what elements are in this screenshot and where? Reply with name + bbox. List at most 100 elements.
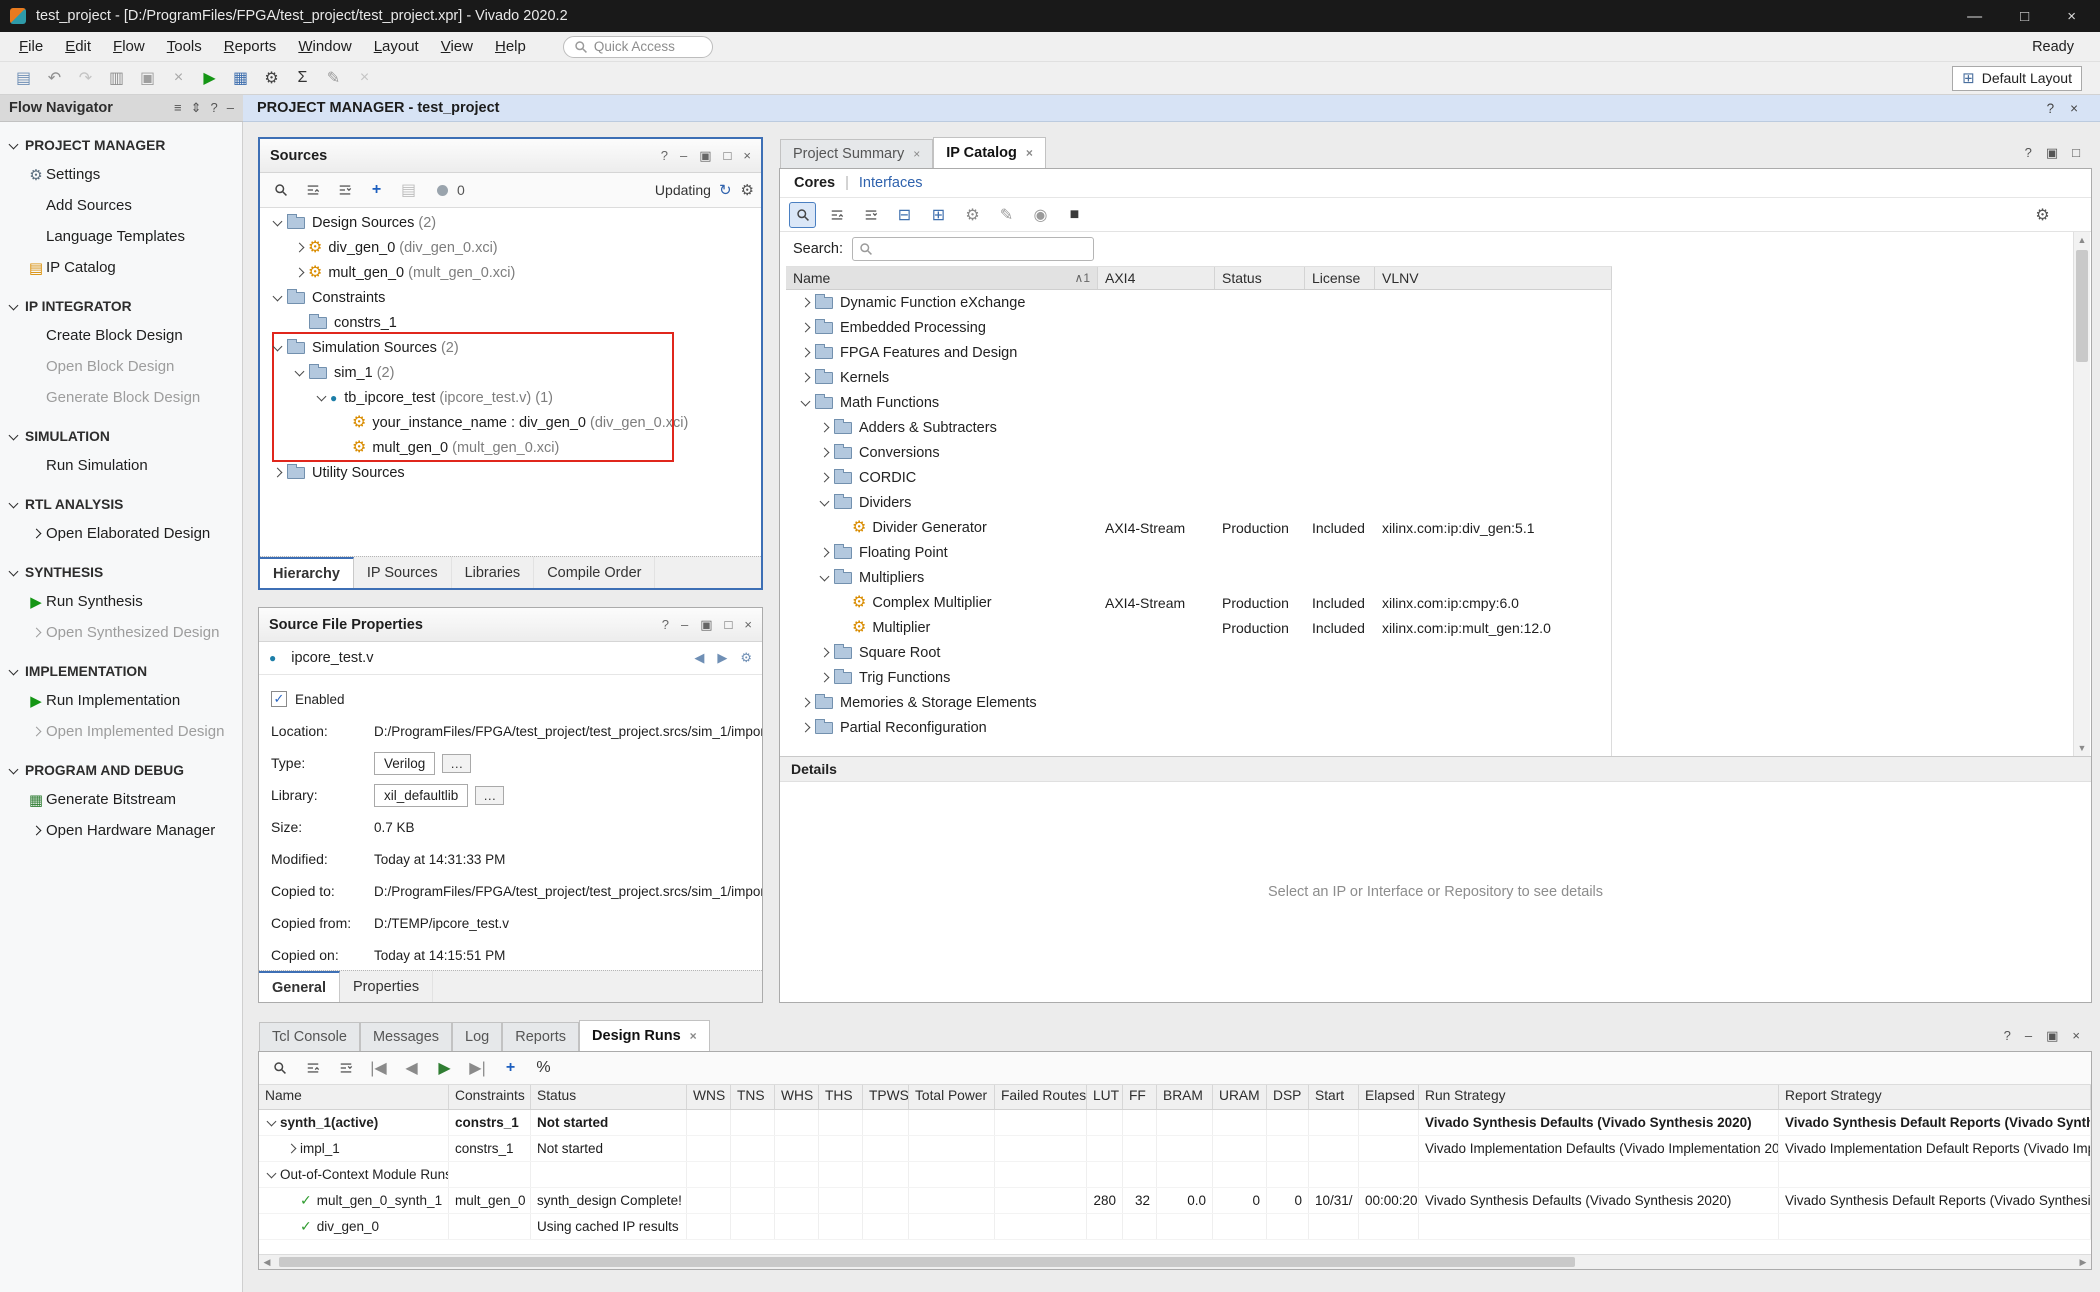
- expand-all-icon[interactable]: [331, 177, 358, 203]
- go-first-icon[interactable]: |◀: [365, 1055, 392, 1081]
- ip-catalog-row-memories-storage-elements[interactable]: Memories & Storage Elements: [786, 690, 1611, 715]
- column-header-lut[interactable]: LUT: [1087, 1085, 1123, 1109]
- minimize-button[interactable]: —: [1967, 8, 1982, 25]
- collapse-all-icon[interactable]: [299, 177, 326, 203]
- search-icon[interactable]: [789, 202, 816, 228]
- ip-catalog-row-cordic[interactable]: CORDIC: [786, 465, 1611, 490]
- column-header-tns[interactable]: TNS: [731, 1085, 775, 1109]
- back-icon[interactable]: ◀: [694, 650, 704, 666]
- source-tree-item-tb-ipcore-test[interactable]: ●tb_ipcore_test (ipcore_test.v) (1): [260, 385, 761, 410]
- browse-button[interactable]: …: [442, 754, 471, 773]
- expand-toggle[interactable]: [796, 369, 814, 387]
- undo-icon[interactable]: ↶: [41, 65, 68, 91]
- float-icon[interactable]: ▣: [699, 148, 711, 164]
- ip-catalog-row-square-root[interactable]: Square Root: [786, 640, 1611, 665]
- search-icon[interactable]: [267, 177, 294, 203]
- expand-toggle[interactable]: [796, 344, 814, 362]
- step-back-icon[interactable]: ◀: [398, 1055, 425, 1081]
- tab-hierarchy[interactable]: Hierarchy: [260, 557, 354, 588]
- scroll-thumb[interactable]: [2076, 250, 2088, 362]
- close-icon[interactable]: ×: [743, 148, 751, 164]
- expand-toggle[interactable]: [815, 444, 833, 462]
- ip-catalog-row-adders-subtracters[interactable]: Adders & Subtracters: [786, 415, 1611, 440]
- maximize-icon[interactable]: □: [725, 617, 733, 633]
- tab-log[interactable]: Log: [452, 1022, 502, 1051]
- expand-toggle[interactable]: [290, 264, 308, 282]
- source-tree-item-utility-sources[interactable]: Utility Sources: [260, 460, 761, 485]
- source-tree-item-sim-1[interactable]: sim_1 (2): [260, 360, 761, 385]
- menu-tools[interactable]: Tools: [156, 34, 213, 59]
- float-icon[interactable]: ▣: [2046, 145, 2058, 161]
- quick-access-search[interactable]: Quick Access: [563, 36, 713, 58]
- column-header-tpws[interactable]: TPWS: [863, 1085, 909, 1109]
- expand-toggle[interactable]: [815, 469, 833, 487]
- flow-item-run-simulation[interactable]: Run Simulation: [0, 450, 242, 481]
- run-icon[interactable]: ▶: [196, 65, 223, 91]
- forward-icon[interactable]: ▶: [717, 650, 727, 666]
- flow-item-open-elaborated-design[interactable]: Open Elaborated Design: [0, 518, 242, 549]
- flow-section-header-implementation[interactable]: IMPLEMENTATION: [0, 654, 242, 685]
- flow-section-header-project-manager[interactable]: PROJECT MANAGER: [0, 128, 242, 159]
- collapse-toggle[interactable]: [262, 1166, 280, 1184]
- menu-view[interactable]: View: [430, 34, 484, 59]
- menu-help[interactable]: Help: [484, 34, 537, 59]
- flow-item-add-sources[interactable]: Add Sources: [0, 190, 242, 221]
- help-icon[interactable]: ?: [662, 617, 669, 633]
- restore-hierarchy-icon[interactable]: ⊟: [891, 202, 918, 228]
- menu-reports[interactable]: Reports: [213, 34, 288, 59]
- tab-properties[interactable]: Properties: [340, 971, 433, 1002]
- float-icon[interactable]: ▣: [2046, 1028, 2058, 1044]
- browse-button[interactable]: …: [475, 786, 504, 805]
- maximize-button[interactable]: □: [2020, 8, 2029, 25]
- flow-section-header-program-and-debug[interactable]: PROGRAM AND DEBUG: [0, 753, 242, 784]
- copy-icon[interactable]: ▣: [134, 65, 161, 91]
- ip-catalog-row-trig-functions[interactable]: Trig Functions: [786, 665, 1611, 690]
- go-last-icon[interactable]: ▶|: [464, 1055, 491, 1081]
- ip-catalog-row-complex-multiplier[interactable]: ⚙Complex MultiplierAXI4-StreamProduction…: [786, 590, 1611, 615]
- close-icon[interactable]: ×: [2072, 1028, 2080, 1044]
- open-file-icon[interactable]: ▤: [395, 177, 422, 203]
- settings-gear-icon[interactable]: ⚙: [258, 65, 285, 91]
- scroll-track[interactable]: [275, 1255, 2075, 1269]
- column-header-constraints[interactable]: Constraints: [449, 1085, 531, 1109]
- flow-item-settings[interactable]: ⚙Settings: [0, 159, 242, 190]
- expand-toggle[interactable]: [282, 1140, 300, 1158]
- add-repository-icon[interactable]: ✎: [993, 202, 1020, 228]
- flow-item-open-synthesized-design[interactable]: Open Synthesized Design: [0, 617, 242, 648]
- source-tree-item-constrs-1[interactable]: constrs_1: [260, 310, 761, 335]
- scroll-right-icon[interactable]: ▶: [2075, 1257, 2091, 1268]
- ip-catalog-row-kernels[interactable]: Kernels: [786, 365, 1611, 390]
- refresh-icon[interactable]: ↻: [719, 181, 732, 199]
- collapse-all-icon[interactable]: [299, 1055, 326, 1081]
- tab-reports[interactable]: Reports: [502, 1022, 579, 1051]
- ip-settings-icon[interactable]: ⚙: [959, 202, 986, 228]
- tab-design-runs[interactable]: Design Runs×: [579, 1020, 710, 1051]
- collapse-toggle[interactable]: [815, 494, 833, 512]
- ip-catalog-row-embedded-processing[interactable]: Embedded Processing: [786, 315, 1611, 340]
- collapse-toggle[interactable]: [268, 214, 286, 232]
- collapse-toggle[interactable]: [312, 389, 330, 407]
- minimize-icon[interactable]: –: [681, 617, 688, 633]
- source-tree-item-mult-gen-0[interactable]: ⚙mult_gen_0 (mult_gen_0.xci): [260, 435, 761, 460]
- help-icon[interactable]: ?: [2004, 1028, 2011, 1044]
- scroll-down-icon[interactable]: ▼: [2074, 740, 2090, 756]
- run-icon[interactable]: ▶: [431, 1055, 458, 1081]
- collapse-all-icon[interactable]: [823, 202, 850, 228]
- expand-all-icon[interactable]: [332, 1055, 359, 1081]
- add-sources-icon[interactable]: +: [363, 177, 390, 203]
- layout-selector[interactable]: ⊞ Default Layout: [1952, 66, 2082, 91]
- ip-catalog-row-math-functions[interactable]: Math Functions: [786, 390, 1611, 415]
- column-header-license[interactable]: License: [1305, 267, 1375, 289]
- expand-toggle[interactable]: [796, 319, 814, 337]
- expand-toggle[interactable]: [796, 294, 814, 312]
- column-header-status[interactable]: Status: [531, 1085, 687, 1109]
- column-header-wns[interactable]: WNS: [687, 1085, 731, 1109]
- redo-icon[interactable]: ↷: [72, 65, 99, 91]
- column-header-start[interactable]: Start: [1309, 1085, 1359, 1109]
- help-icon[interactable]: ?: [2025, 145, 2032, 161]
- flow-section-header-synthesis[interactable]: SYNTHESIS: [0, 555, 242, 586]
- design-run-row-div-gen-0[interactable]: ✓div_gen_0Using cached IP results: [259, 1214, 2091, 1240]
- license-status-icon[interactable]: ◉: [1027, 202, 1054, 228]
- menu-layout[interactable]: Layout: [363, 34, 430, 59]
- flow-item-open-hardware-manager[interactable]: Open Hardware Manager: [0, 815, 242, 846]
